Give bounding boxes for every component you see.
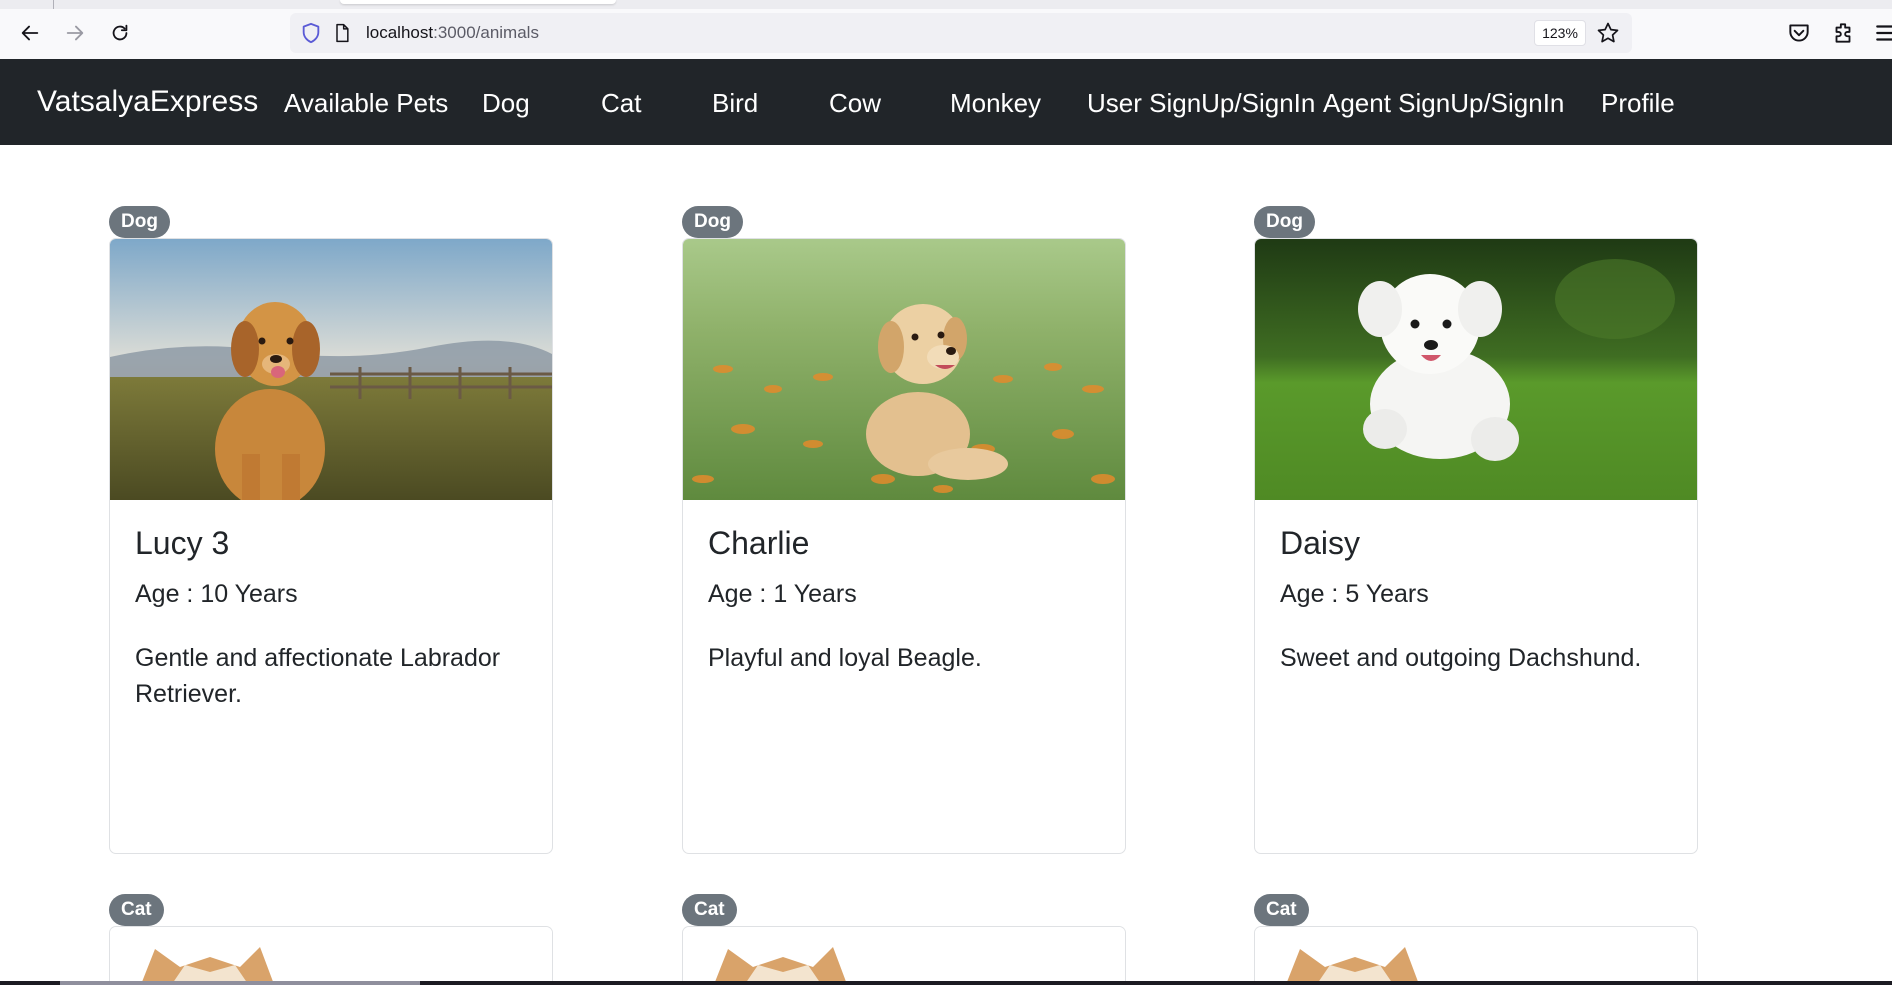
pet-age: Age : 10 Years xyxy=(135,580,298,608)
main-navbar: VatsalyaExpress Available Pets Dog Cat B… xyxy=(0,59,1892,145)
pet-photo xyxy=(683,239,1125,500)
pet-name: Charlie xyxy=(708,525,810,561)
menu-icon[interactable] xyxy=(1874,20,1892,46)
pet-name: Lucy 3 xyxy=(135,525,230,561)
nav-link-monkey[interactable]: Monkey xyxy=(950,88,1041,119)
nav-link-profile[interactable]: Profile xyxy=(1601,88,1675,119)
tab-strip xyxy=(0,0,1892,9)
pet-card[interactable] xyxy=(109,926,553,985)
pet-age: Age : 1 Years xyxy=(708,580,857,608)
pet-photo xyxy=(110,927,552,985)
pocket-icon[interactable] xyxy=(1786,20,1812,46)
tab-separator xyxy=(53,0,54,9)
horizontal-scrollbar[interactable] xyxy=(0,981,1892,985)
pet-name: Daisy xyxy=(1280,525,1361,561)
pet-description: Playful and loyal Beagle. xyxy=(708,644,982,672)
back-button[interactable] xyxy=(15,18,45,48)
pet-photo xyxy=(1255,239,1697,500)
extensions-icon[interactable] xyxy=(1830,20,1856,46)
nav-link-available-pets[interactable]: Available Pets xyxy=(284,88,448,119)
address-bar[interactable]: localhost:3000/animals 123% xyxy=(290,13,1632,53)
url-path: :3000/animals xyxy=(433,23,539,42)
category-badge: Dog xyxy=(1254,206,1315,238)
pet-card[interactable]: Charlie Age : 1 Years Playful and loyal … xyxy=(682,238,1126,854)
zoom-level[interactable]: 123% xyxy=(1534,20,1586,46)
nav-link-cat[interactable]: Cat xyxy=(601,88,641,119)
nav-link-user-signup[interactable]: User SignUp/SignIn xyxy=(1087,88,1315,119)
pet-card[interactable]: Daisy Age : 5 Years Sweet and outgoing D… xyxy=(1254,238,1698,854)
nav-link-bird[interactable]: Bird xyxy=(712,88,758,119)
scrollbar-thumb[interactable] xyxy=(60,981,420,985)
active-tab[interactable] xyxy=(340,0,616,4)
brand-logo[interactable]: VatsalyaExpress xyxy=(37,85,258,119)
nav-link-agent-signup[interactable]: Agent SignUp/SignIn xyxy=(1323,88,1564,119)
reload-button[interactable] xyxy=(105,18,135,48)
category-badge: Cat xyxy=(1254,894,1309,926)
url-text[interactable]: localhost:3000/animals xyxy=(366,23,539,43)
reload-icon xyxy=(112,24,128,41)
browser-toolbar: localhost:3000/animals 123% xyxy=(0,0,1892,59)
forward-button[interactable] xyxy=(60,18,90,48)
nav-link-dog[interactable]: Dog xyxy=(482,88,530,119)
pet-age: Age : 5 Years xyxy=(1280,580,1429,608)
pet-card[interactable] xyxy=(682,926,1126,985)
shield-icon[interactable] xyxy=(300,22,322,44)
pet-card[interactable]: Lucy 3 Age : 10 Years Gentle and affecti… xyxy=(109,238,553,854)
category-badge: Cat xyxy=(109,894,164,926)
pet-card[interactable] xyxy=(1254,926,1698,985)
forward-arrow-icon xyxy=(66,25,84,41)
category-badge: Dog xyxy=(682,206,743,238)
url-host: localhost xyxy=(366,23,434,42)
pet-description: Sweet and outgoing Dachshund. xyxy=(1280,644,1642,672)
category-badge: Cat xyxy=(682,894,737,926)
page-icon[interactable] xyxy=(332,22,352,44)
star-icon[interactable] xyxy=(1596,21,1620,45)
pet-description: Gentle and affectionate Labrador Retriev… xyxy=(135,644,501,708)
pet-photo xyxy=(1255,927,1697,985)
pet-photo xyxy=(683,927,1125,985)
nav-link-cow[interactable]: Cow xyxy=(829,88,881,119)
back-arrow-icon xyxy=(21,25,39,41)
category-badge: Dog xyxy=(109,206,170,238)
pet-photo xyxy=(110,239,552,500)
